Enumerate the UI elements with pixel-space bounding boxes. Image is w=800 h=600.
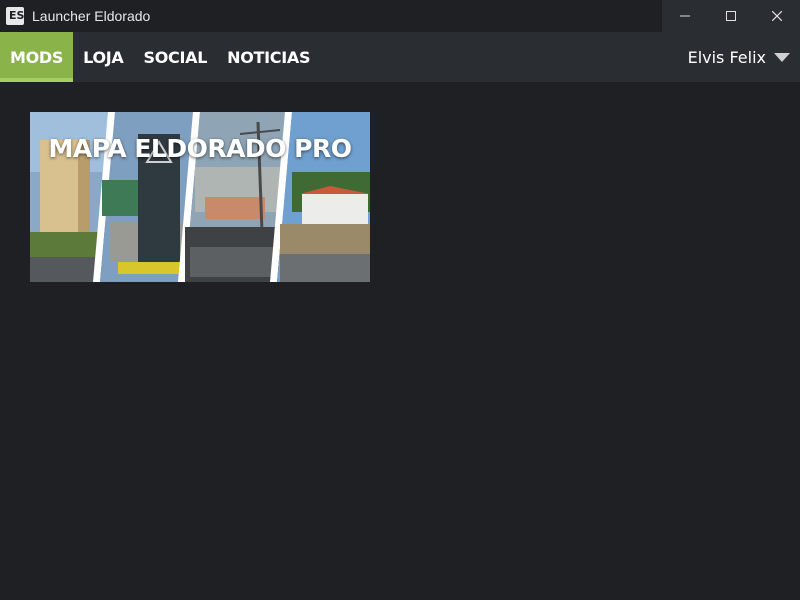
launcher-logo-icon: ES xyxy=(6,7,24,25)
user-menu[interactable]: Elvis Felix xyxy=(688,32,790,82)
minimize-icon xyxy=(680,15,690,17)
minimize-button[interactable] xyxy=(662,0,708,32)
main-nav: MODS LOJA SOCIAL NOTICIAS Elvis Felix xyxy=(0,32,800,82)
close-icon xyxy=(772,11,782,21)
maximize-icon xyxy=(726,11,736,21)
user-name: Elvis Felix xyxy=(687,47,766,67)
mod-card[interactable]: MAPA ELDORADO PRO xyxy=(30,112,370,282)
window-title: Launcher Eldorado xyxy=(32,8,151,24)
tab-mods[interactable]: MODS xyxy=(0,32,74,82)
tab-noticias[interactable]: NOTICIAS xyxy=(217,32,320,82)
close-button[interactable] xyxy=(754,0,800,32)
chevron-down-icon xyxy=(774,52,790,62)
window-controls xyxy=(662,0,800,32)
mod-title: MAPA ELDORADO PRO xyxy=(48,134,352,163)
tab-loja[interactable]: LOJA xyxy=(73,32,133,82)
maximize-button[interactable] xyxy=(708,0,754,32)
title-bar: ES Launcher Eldorado xyxy=(0,0,800,32)
tab-social[interactable]: SOCIAL xyxy=(134,32,218,82)
